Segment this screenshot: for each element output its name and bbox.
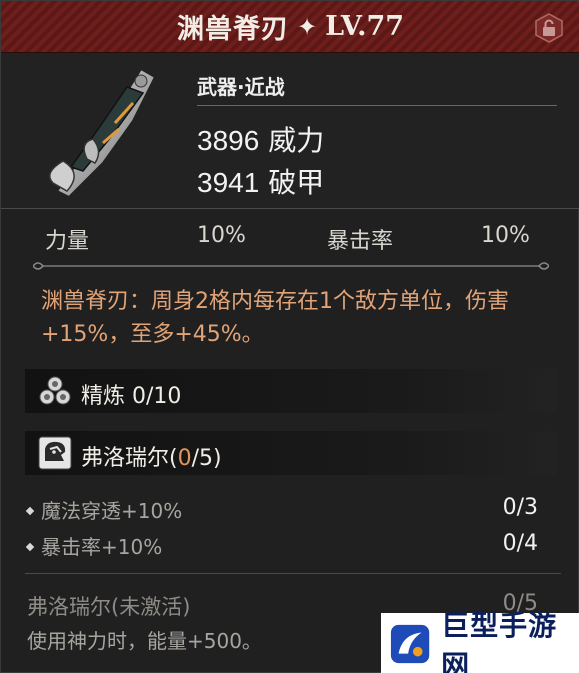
set-full-bonus-label: 弗洛瑞尔(未激活) — [27, 595, 191, 619]
watermark-logo-icon — [390, 624, 430, 663]
item-level: LV.77 — [325, 11, 405, 42]
item-skill-description: 渊兽脊刃：周身2格内每存在1个敌方单位，伤害+15%，至多+45%。 — [41, 289, 509, 347]
attr-crit-value: 10% — [481, 223, 530, 248]
divider — [25, 573, 561, 574]
set-bonus-2: 暴击率+10% — [25, 531, 162, 560]
watermark-text: 巨型手游网 — [441, 608, 558, 673]
set-bonus-1: 魔法穿透+10% — [25, 495, 182, 524]
stat-power: 3896 威力 — [197, 124, 325, 157]
set-bonus-1-progress: 0/3 — [502, 495, 538, 520]
diamond-bullet-icon — [25, 542, 35, 551]
star-icon: ✦ — [296, 12, 318, 41]
item-title: 渊兽脊刃 — [176, 14, 289, 45]
refine-bar[interactable]: 精炼 0/10 — [25, 369, 557, 413]
set-label: 弗洛瑞尔(0/5) — [81, 446, 222, 471]
set-bar[interactable]: 弗洛瑞尔(0/5) — [25, 431, 557, 475]
item-detail-panel: 渊兽脊刃 ✦ LV.77 武器·近战 3896 威力 3941 破甲 力量 10… — [0, 0, 579, 673]
beast-head-icon — [38, 436, 72, 470]
set-bonus-2-progress: 0/4 — [502, 531, 538, 556]
item-summary: 武器·近战 3896 威力 3941 破甲 — [1, 53, 579, 209]
attr-strength-label: 力量 — [45, 229, 90, 254]
item-type: 武器·近战 — [197, 75, 285, 99]
stat-armor-break: 3941 破甲 — [197, 166, 325, 199]
site-watermark: 巨型手游网 — [381, 609, 579, 673]
diamond-bullet-icon — [25, 506, 35, 515]
lock-icon[interactable] — [534, 13, 564, 43]
attr-strength-value: 10% — [197, 223, 246, 248]
attr-crit-label: 暴击率 — [327, 229, 394, 254]
refine-label: 精炼 0/10 — [81, 384, 182, 409]
set-full-bonus-description: 使用神力时，能量+500。 — [27, 629, 262, 653]
refine-icon — [39, 376, 71, 405]
divider — [197, 105, 557, 106]
weapon-blade-icon — [48, 67, 157, 199]
item-header: 渊兽脊刃 ✦ LV.77 — [1, 1, 579, 53]
ornament-divider — [33, 262, 549, 270]
